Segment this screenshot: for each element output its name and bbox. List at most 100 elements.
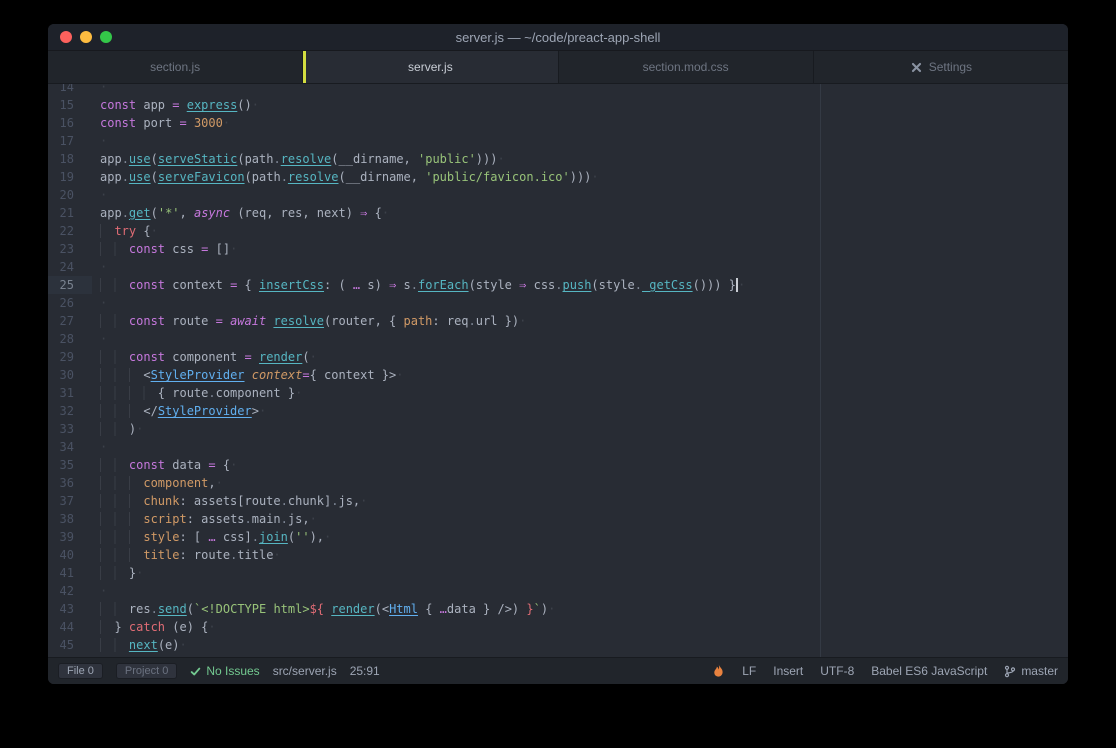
line-number[interactable]: 22 [48,222,92,240]
line-number[interactable]: 31 [48,384,92,402]
code-line[interactable]: 44 } catch (e) {· [48,618,1068,636]
status-line-ending[interactable]: LF [742,664,756,678]
line-number[interactable]: 24 [48,258,92,276]
line-number[interactable]: 37 [48,492,92,510]
line-number[interactable]: 34 [48,438,92,456]
code-line[interactable]: 35 const data = {· [48,456,1068,474]
line-number[interactable]: 21 [48,204,92,222]
line-number[interactable]: 33 [48,420,92,438]
code-line[interactable]: 30 <StyleProvider context={ context }>· [48,366,1068,384]
status-file-path[interactable]: src/server.js [273,664,337,678]
eol-invisible: · [100,84,107,94]
line-number[interactable]: 42 [48,582,92,600]
code-line[interactable]: 42· [48,582,1068,600]
status-git-branch[interactable]: master [1004,664,1058,678]
code-token: ${ [310,602,324,616]
code-line[interactable]: 19app.use(serveFavicon(path.resolve(__di… [48,168,1068,186]
line-number[interactable]: 18 [48,150,92,168]
code-line[interactable]: 29 const component = render(· [48,348,1068,366]
flame-icon [712,664,725,678]
line-number[interactable]: 29 [48,348,92,366]
code-line[interactable]: 23 const css = []· [48,240,1068,258]
code-token: Html [389,602,418,616]
code-line[interactable]: 24· [48,258,1068,276]
code-token: StyleProvider [158,404,252,418]
line-number[interactable]: 30 [48,366,92,384]
line-number[interactable]: 23 [48,240,92,258]
editor[interactable]: 14 · 15const app = express()·16const port … [48,84,1068,657]
line-number[interactable]: 20 [48,186,92,204]
line-number[interactable]: 36 [48,474,92,492]
code-line[interactable]: 27 const route = await resolve(router, {… [48,312,1068,330]
status-encoding[interactable]: UTF-8 [820,664,854,678]
code-line[interactable]: 22 try {· [48,222,1068,240]
code-line[interactable]: 40 title: route.title· [48,546,1068,564]
code-line[interactable]: 33 )· [48,420,1068,438]
code-token: serveStatic [158,152,237,166]
code-line[interactable]: 45 next(e)· [48,636,1068,654]
code-line[interactable]: 21app.get('*', async (req, res, next) ⇒ … [48,204,1068,222]
code-line[interactable]: 31 { route.component }· [48,384,1068,402]
title-bar[interactable]: server.js — ~/code/preact-app-shell [48,24,1068,51]
status-grammar[interactable]: Babel ES6 JavaScript [871,664,987,678]
code-line[interactable]: 39 style: [ … css].join(''),· [48,528,1068,546]
code-token [100,530,143,544]
line-number[interactable]: 44 [48,618,92,636]
code-token: () [237,98,251,112]
line-number[interactable]: 26 [48,294,92,312]
status-diagnostics[interactable]: No Issues [190,664,259,678]
code-line[interactable]: 15const app = express()· [48,96,1068,114]
code-token [100,512,143,526]
code-line[interactable]: 37 chunk: assets[route.chunk].js,· [48,492,1068,510]
line-number[interactable]: 32 [48,402,92,420]
status-file-counter[interactable]: File 0 [58,663,103,679]
code-line[interactable]: 41 }· [48,564,1068,582]
code-line[interactable]: 20· [48,186,1068,204]
code-line[interactable]: 32 </StyleProvider>· [48,402,1068,420]
eol-invisible: · [230,458,237,472]
line-number[interactable]: 43 [48,600,92,618]
code-text: · [92,582,1068,600]
code-line[interactable]: 38 script: assets.main.js,· [48,510,1068,528]
line-number[interactable]: 27 [48,312,92,330]
code-line[interactable]: 14 · [48,84,1068,96]
line-number[interactable]: 40 [48,546,92,564]
code-token: get [129,206,151,220]
code-text: const css = []· [92,240,1068,258]
code-token: </ [143,404,157,418]
line-number[interactable]: 45 [48,636,92,654]
code-text: · [92,294,1068,312]
code-line[interactable]: 43 res.send(`<!DOCTYPE html>${ render(<H… [48,600,1068,618]
code-line[interactable]: 25 const context = { insertCss: ( … s) ⇒… [48,276,1068,294]
status-input-mode[interactable]: Insert [773,664,803,678]
tab-section-js[interactable]: section.js [48,51,303,83]
line-number[interactable]: 39 [48,528,92,546]
code-line[interactable]: 26· [48,294,1068,312]
status-cursor-position[interactable]: 25:91 [350,664,380,678]
line-number[interactable]: 35 [48,456,92,474]
line-number[interactable]: 28 [48,330,92,348]
code-line[interactable]: 16const port = 3000· [48,114,1068,132]
line-number[interactable]: 38 [48,510,92,528]
zoom-button[interactable] [100,31,112,43]
status-project-counter[interactable]: Project 0 [116,663,177,679]
minimize-button[interactable] [80,31,92,43]
code-line[interactable]: 18app.use(serveStatic(path.resolve(__dir… [48,150,1068,168]
line-number[interactable]: 14 [48,84,92,96]
line-number[interactable]: 41 [48,564,92,582]
line-number[interactable]: 19 [48,168,92,186]
line-number[interactable]: 25 [48,276,92,294]
tab-settings[interactable]: Settings [814,51,1068,83]
line-number[interactable]: 15 [48,96,92,114]
tab-server-js[interactable]: server.js [303,51,558,83]
code-line[interactable]: 34· [48,438,1068,456]
line-number[interactable]: 16 [48,114,92,132]
status-deprecation[interactable] [712,664,725,678]
close-button[interactable] [60,31,72,43]
code-line[interactable]: 28· [48,330,1068,348]
code-line[interactable]: 36 component,· [48,474,1068,492]
code-token: s) [360,278,389,292]
line-number[interactable]: 17 [48,132,92,150]
tab-section-mod-css[interactable]: section.mod.css [559,51,814,83]
code-line[interactable]: 17· [48,132,1068,150]
